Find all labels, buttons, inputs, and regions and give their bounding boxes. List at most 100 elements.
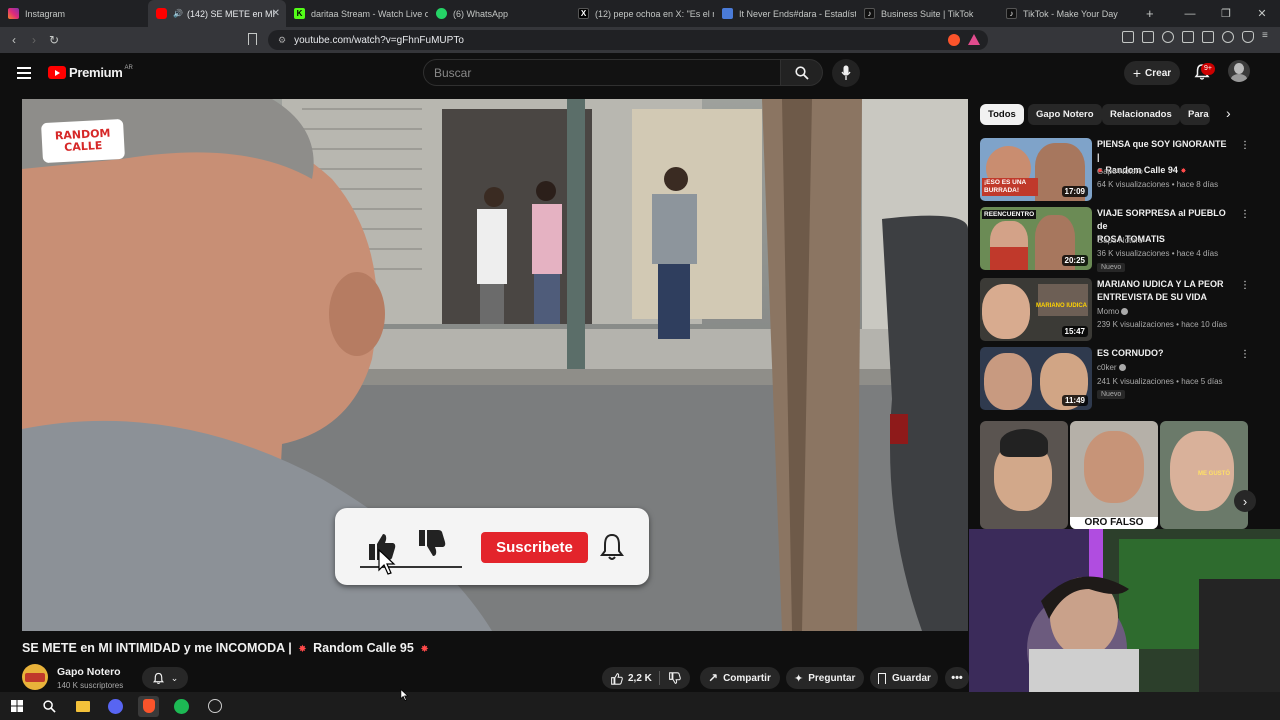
more-actions-button[interactable]: ••• — [945, 667, 969, 689]
video-thumbnail[interactable]: 11:49 — [980, 347, 1092, 410]
short-thumbnail[interactable]: ME GUSTÓ — [1160, 421, 1248, 529]
whatsapp-icon — [436, 8, 447, 19]
create-button[interactable]: + Crear — [1124, 61, 1180, 85]
video-thumbnail[interactable]: MARIANO IUDICA 15:47 — [980, 278, 1092, 341]
random-calle-logo-text: RANDOM CALLE — [54, 126, 111, 154]
list-item[interactable]: 11:49 ES CORNUDO? c0ker 241 K visualizac… — [980, 347, 1250, 411]
sparkle-icon: ✦ — [794, 672, 804, 685]
subscription-bell-button[interactable]: ⌄ — [142, 667, 188, 689]
chip-todos[interactable]: Todos — [980, 104, 1024, 125]
browser-tab-stats[interactable]: It Never Ends#dara - Estadístic — [714, 0, 856, 27]
browser-tab-tiktok[interactable]: ♪ TikTok - Make Your Day — [998, 0, 1138, 27]
music-icon[interactable] — [1162, 31, 1174, 43]
chip-gapo-notero[interactable]: Gapo Notero — [1028, 104, 1102, 125]
channel-name[interactable]: c0ker — [1097, 363, 1126, 372]
browser-tab-kick[interactable]: K daritaa Stream - Watch Live on — [286, 0, 428, 27]
more-vertical-icon[interactable]: ⋮ — [1240, 349, 1250, 360]
taskbar-search-icon[interactable] — [39, 696, 60, 717]
youtube-play-icon — [48, 66, 66, 79]
share-button[interactable]: ↗ Compartir — [700, 667, 780, 689]
list-item[interactable]: MARIANO IUDICA 15:47 MARIANO IUDICA Y LA… — [980, 278, 1250, 342]
short-thumbnail[interactable] — [980, 421, 1068, 529]
webcam-frame — [969, 529, 1280, 692]
more-vertical-icon[interactable]: ⋮ — [1240, 140, 1250, 151]
more-horizontal-icon: ••• — [951, 672, 963, 684]
obs-icon[interactable] — [204, 696, 225, 717]
back-icon[interactable]: ‹ — [4, 33, 24, 47]
youtube-premium-logo[interactable]: Premium AR — [48, 65, 133, 80]
brave-shields-icon[interactable] — [948, 34, 960, 46]
vpn-icon[interactable] — [1242, 31, 1254, 43]
list-item[interactable]: ¡ESO ES UNA BURRADA! 17:09 PIENSA que SO… — [980, 138, 1250, 202]
ask-label: Preguntar — [808, 672, 856, 684]
close-tab-icon[interactable]: ✕ — [272, 8, 280, 19]
windows-start-icon[interactable] — [6, 696, 27, 717]
brave-rewards-icon[interactable] — [968, 34, 980, 45]
extension-icon[interactable] — [1122, 31, 1134, 43]
browser-tab-x[interactable]: X (12) pepe ochoa en X: "Es el m — [570, 0, 714, 27]
like-button[interactable]: 2,2 K — [610, 672, 652, 685]
browser-menu-icon[interactable]: ≡ — [1262, 31, 1274, 43]
discord-icon[interactable] — [105, 696, 126, 717]
ask-button[interactable]: ✦ Preguntar — [786, 667, 864, 689]
reload-icon[interactable]: ↻ — [44, 33, 64, 47]
chip-para-ti[interactable]: Para t — [1180, 104, 1210, 125]
list-item[interactable]: REENCUENTRO 20:25 VIAJE SORPRESA al PUEB… — [980, 207, 1250, 272]
shorts-next-button[interactable]: › — [1234, 490, 1256, 512]
new-tab-button[interactable]: + — [1138, 0, 1168, 27]
browser-toolbar: ‹ › ↻ ⚙ youtube.com/watch?v=gFhnFuMUPTo … — [0, 27, 1280, 53]
tab-label: (142) SE METE en MI IN — [186, 8, 277, 19]
hamburger-menu-icon[interactable] — [17, 67, 31, 79]
video-thumbnail[interactable]: ¡ESO ES UNA BURRADA! 17:09 — [980, 138, 1092, 201]
chips-next-icon[interactable]: › — [1226, 105, 1231, 121]
short-thumbnail[interactable]: ORO FALSO — [1070, 421, 1158, 529]
brave-browser-icon[interactable] — [138, 695, 159, 717]
extension-icons: ≡ — [1122, 31, 1274, 43]
spotify-icon[interactable] — [171, 696, 192, 717]
browser-tab-instagram[interactable]: Instagram — [0, 0, 148, 27]
wallet-icon[interactable] — [1202, 31, 1214, 43]
channel-name[interactable]: Gapo Notero — [1097, 236, 1143, 245]
account-avatar[interactable] — [1228, 60, 1250, 82]
chevron-down-icon: ⌄ — [170, 672, 179, 683]
browser-tab-youtube[interactable]: 🔊 (142) SE METE en MI IN ✕ — [148, 0, 286, 27]
overlay-dislike-icon — [419, 530, 446, 556]
bookmark-icon[interactable] — [248, 33, 257, 45]
video-thumbnail[interactable]: REENCUENTRO 20:25 — [980, 207, 1092, 270]
voice-search-button[interactable] — [832, 59, 860, 87]
minimize-icon[interactable]: — — [1172, 8, 1208, 20]
kick-icon: K — [294, 8, 305, 19]
chip-relacionados[interactable]: Relacionados — [1102, 104, 1180, 125]
site-info-icon[interactable]: ⚙ — [278, 35, 286, 46]
close-window-icon[interactable]: ✕ — [1244, 7, 1280, 20]
restore-icon[interactable]: ❐ — [1208, 7, 1244, 20]
browser-tab-whatsapp[interactable]: (6) WhatsApp — [428, 0, 570, 27]
search-button[interactable] — [781, 59, 823, 86]
tab-label: It Never Ends#dara - Estadístic — [739, 8, 856, 19]
save-label: Guardar — [892, 672, 931, 684]
channel-name[interactable]: Gapo Notero — [57, 666, 121, 678]
channel-name[interactable]: Momo — [1097, 307, 1129, 316]
video-meta: 241 K visualizaciones • hace 5 días — [1097, 377, 1223, 386]
thumb-caption: REENCUENTRO — [982, 210, 1037, 219]
search-input[interactable] — [423, 59, 781, 86]
more-vertical-icon[interactable]: ⋮ — [1240, 209, 1250, 220]
sidebar-icon[interactable] — [1182, 31, 1194, 43]
file-explorer-icon[interactable] — [72, 696, 93, 717]
address-bar[interactable]: ⚙ youtube.com/watch?v=gFhnFuMUPTo — [268, 30, 988, 50]
explosion-emoji: ✸ — [298, 644, 307, 655]
stats-icon — [722, 8, 733, 19]
more-vertical-icon[interactable]: ⋮ — [1240, 280, 1250, 291]
forward-icon[interactable]: › — [24, 33, 44, 47]
save-button[interactable]: Guardar — [870, 667, 938, 689]
short-caption: ORO FALSO — [1070, 517, 1158, 529]
browser-tab-tiktok-business[interactable]: ♪ Business Suite | TikTok — [856, 0, 998, 27]
explosion-emoji: ✸ — [420, 644, 429, 655]
new-badge: Nuevo — [1097, 263, 1126, 272]
extension-icon[interactable] — [1142, 31, 1154, 43]
channel-name[interactable]: Gapo Notero — [1097, 167, 1143, 176]
leo-icon[interactable] — [1222, 31, 1234, 43]
youtube-icon — [156, 8, 167, 19]
channel-avatar[interactable] — [22, 664, 48, 690]
dislike-icon[interactable] — [668, 672, 681, 685]
